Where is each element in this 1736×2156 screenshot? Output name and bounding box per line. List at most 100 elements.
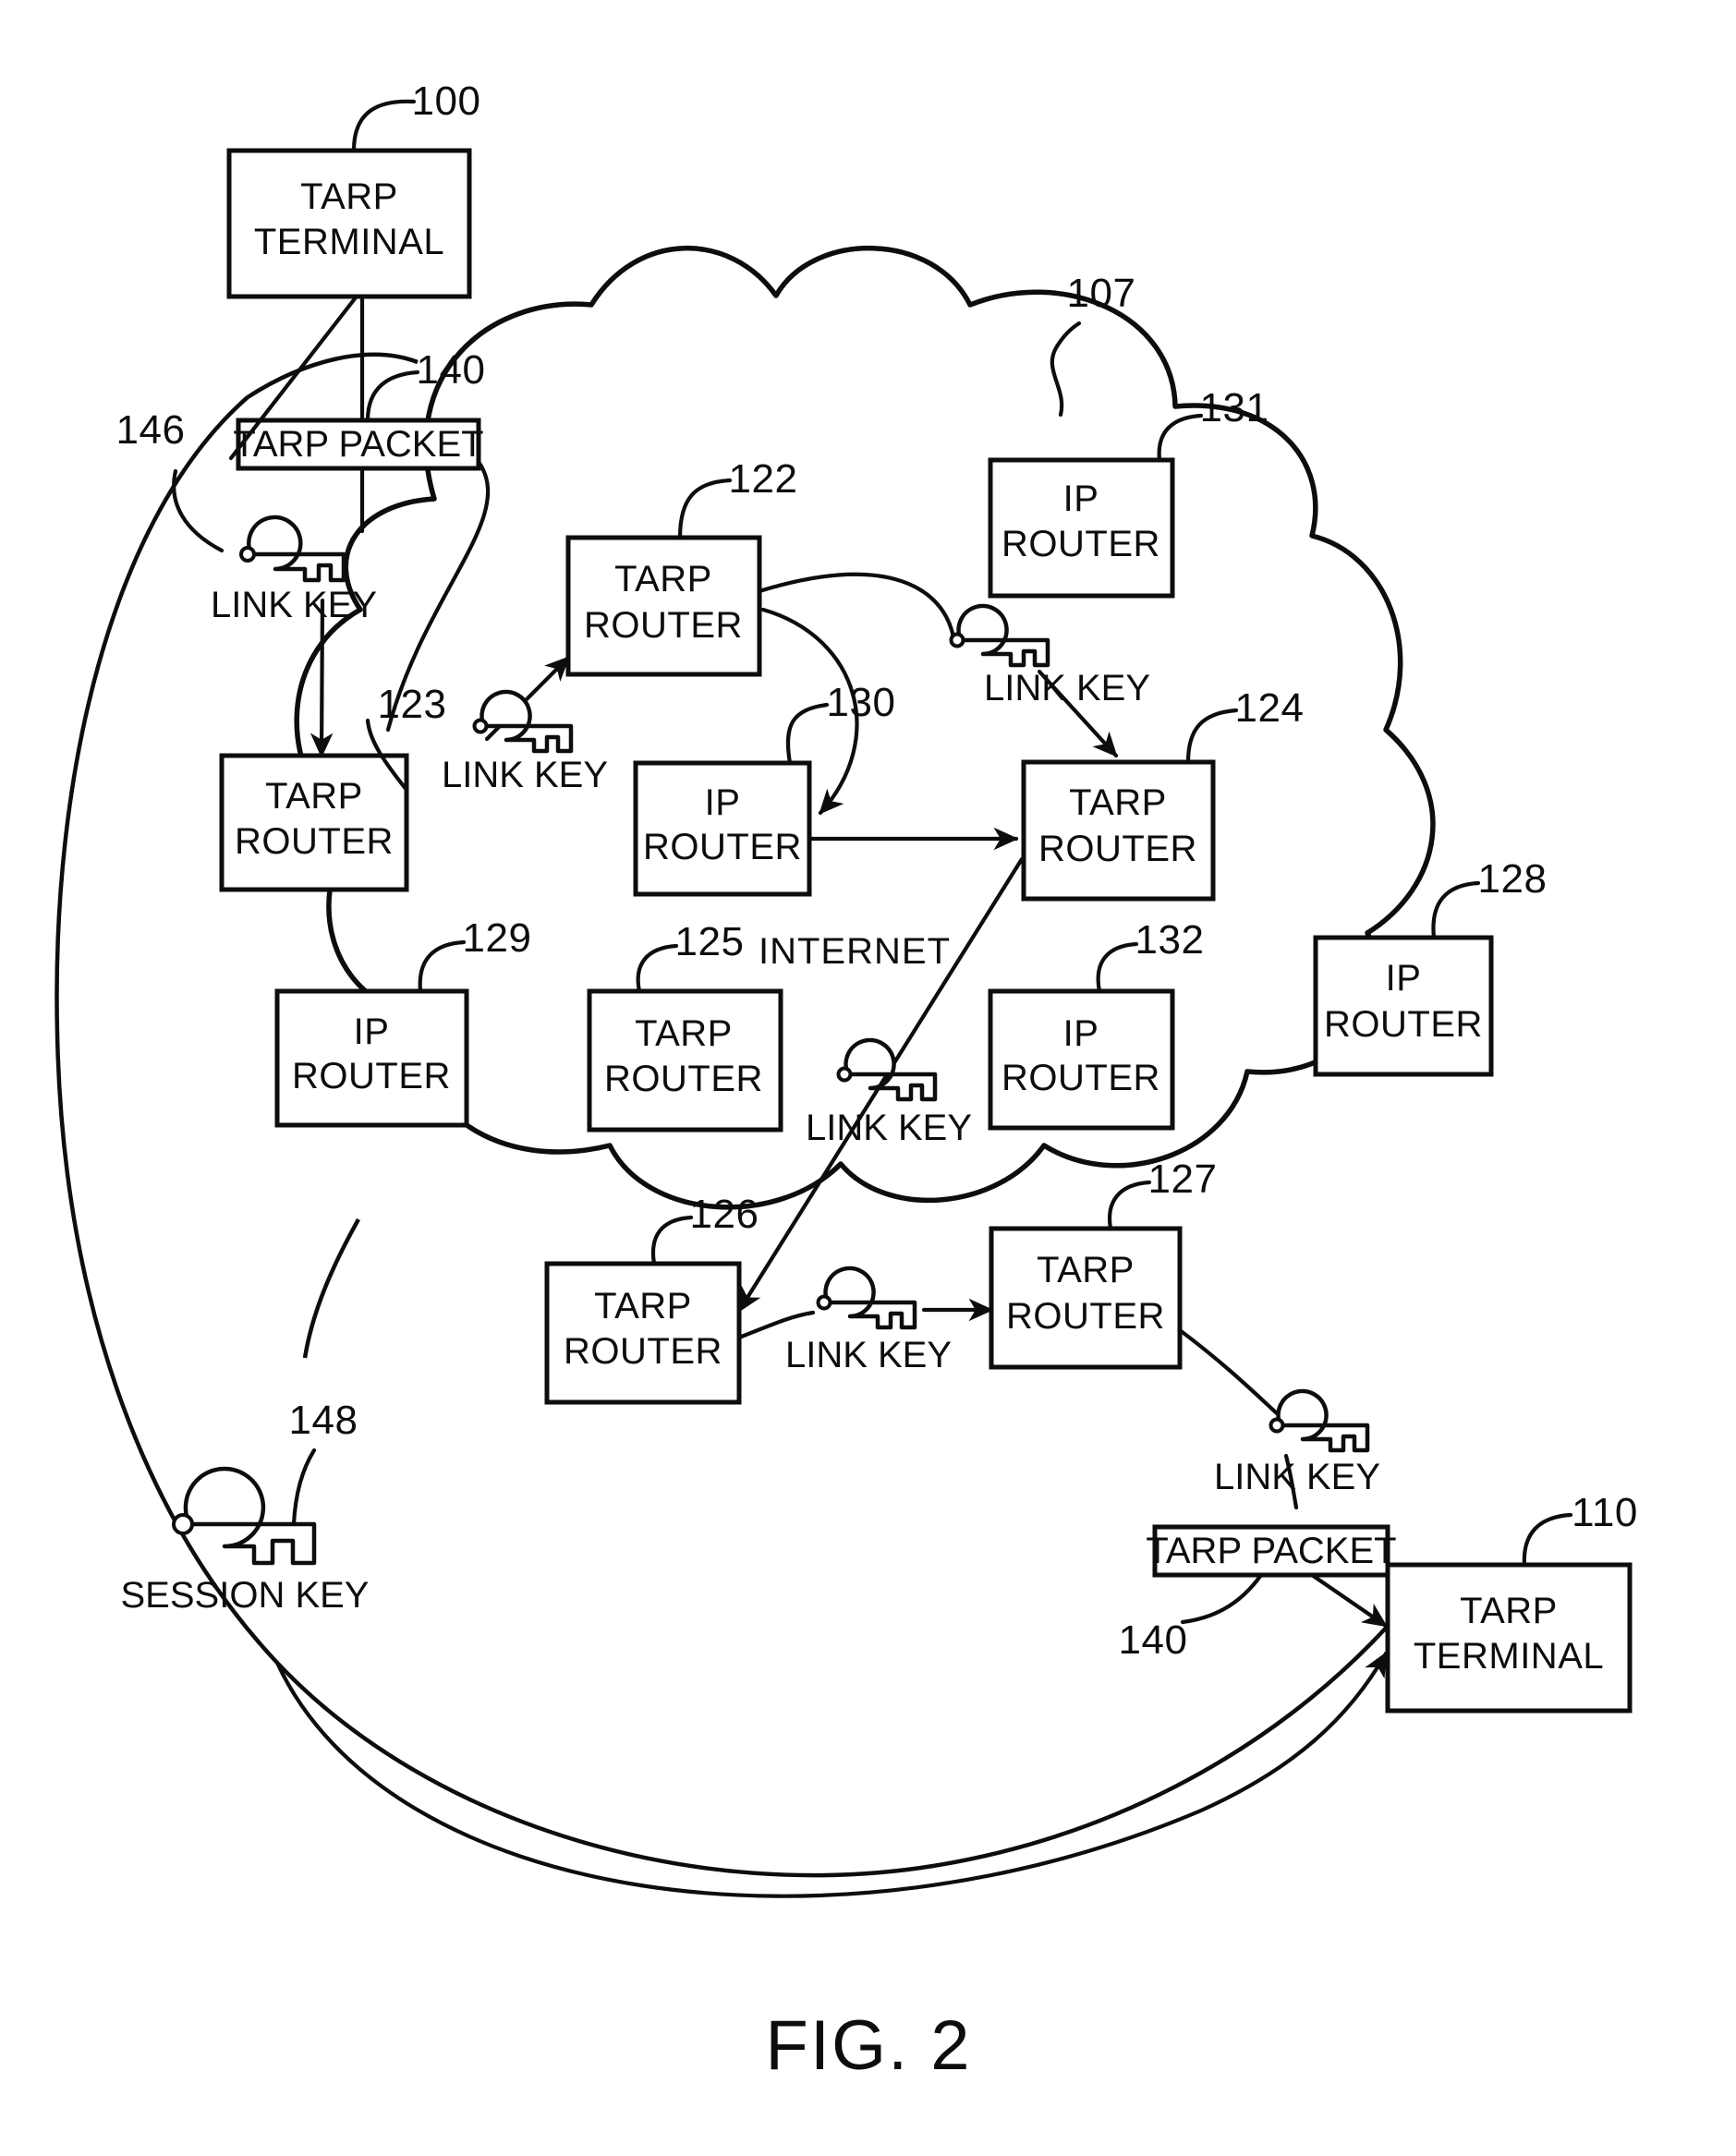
node-tarp-router-123[interactable]: TARP ROUTER (219, 753, 409, 892)
key-label: SESSION KEY (121, 1575, 370, 1616)
node-ip-router-132[interactable]: IP ROUTER (988, 988, 1175, 1131)
node-label-line1: IP (354, 1011, 390, 1052)
packet-tarp-packet-bottom[interactable]: TARP PACKET (1146, 1524, 1397, 1578)
node-label-line1: TARP (635, 1013, 733, 1054)
node-label-line2: ROUTER (1038, 829, 1197, 869)
node-ip-router-131[interactable]: IP ROUTER (988, 457, 1175, 599)
edge-sessionkey-to-terminal110 (274, 1651, 1389, 1898)
ref-number: 126 (690, 1192, 759, 1237)
ref-number: 128 (1478, 856, 1548, 902)
ref-callout-125: 125 (636, 919, 745, 994)
ref-number: 123 (378, 682, 447, 727)
ref-number: 110 (1572, 1490, 1638, 1535)
node-label-line2: TERMINAL (254, 222, 444, 262)
key-label: LINK KEY (984, 668, 1150, 709)
key-label: LINK KEY (211, 585, 377, 625)
node-label-line2: ROUTER (235, 821, 394, 862)
node-label-line2: ROUTER (1006, 1296, 1165, 1337)
ref-callout-110: 110 (1522, 1490, 1638, 1568)
key-link-key-123: LINK KEY (442, 689, 608, 795)
ref-number: 148 (289, 1398, 358, 1443)
node-label-line1: TARP (1460, 1591, 1558, 1631)
key-label: LINK KEY (785, 1335, 952, 1375)
node-label-line1: IP (1386, 958, 1422, 999)
node-tarp-terminal-100[interactable]: TARP TERMINAL (226, 148, 472, 299)
node-label-line2: ROUTER (564, 1331, 722, 1372)
ref-callout-100: 100 (351, 79, 481, 153)
packet-label: TARP PACKET (233, 424, 483, 465)
ref-callout-130: 130 (785, 680, 896, 766)
key-link-key-middle: LINK KEY (806, 1037, 972, 1148)
node-label-line1: TARP (300, 176, 398, 217)
ref-callout-122: 122 (677, 456, 798, 540)
leader-146 (172, 468, 225, 553)
node-tarp-router-124[interactable]: TARP ROUTER (1021, 759, 1216, 902)
ref-number: 131 (1200, 385, 1269, 430)
node-label-line2: TERMINAL (1414, 1636, 1604, 1677)
cloud-oval-join (302, 1217, 360, 1359)
key-icon (816, 1266, 917, 1330)
ref-number: 122 (729, 456, 798, 502)
ref-number: 127 (1148, 1157, 1218, 1202)
ref-callout-146: 146 (116, 407, 225, 553)
ref-callout-128: 128 (1431, 856, 1548, 940)
node-ip-router-130[interactable]: IP ROUTER (633, 760, 812, 897)
ref-number: 140 (1119, 1617, 1188, 1663)
key-icon (1269, 1388, 1370, 1453)
packet-label: TARP PACKET (1146, 1531, 1396, 1571)
edge-router127-to-linkkey (736, 1310, 816, 1340)
ref-callout-127: 126 (650, 1192, 759, 1266)
ref-number: 130 (827, 680, 896, 725)
key-icon (949, 603, 1050, 668)
node-label-line1: IP (1063, 1013, 1099, 1054)
ref-number: 140 (417, 347, 486, 393)
ref-number: 125 (675, 919, 745, 964)
key-icon (836, 1037, 938, 1102)
ref-callout-140-bottom: 140 (1119, 1572, 1264, 1663)
ref-number: 107 (1067, 271, 1136, 316)
figure-caption: FIG. 2 (765, 2006, 971, 2085)
key-label: LINK KEY (1214, 1457, 1380, 1497)
node-label-line1: TARP (1037, 1250, 1135, 1290)
edge-packet-to-terminal110 (1309, 1572, 1389, 1629)
node-tarp-terminal-110[interactable]: TARP TERMINAL (1385, 1562, 1633, 1714)
packet-tarp-packet-top[interactable]: TARP PACKET (233, 418, 484, 471)
node-tarp-router-126[interactable]: TARP ROUTER (989, 1226, 1183, 1370)
node-label-line1: TARP (1069, 782, 1167, 823)
ref-callout-129: 129 (418, 915, 531, 994)
ref-number: 124 (1235, 685, 1305, 731)
key-link-key-146: LINK KEY (211, 515, 377, 625)
node-label-line2: ROUTER (1002, 524, 1160, 564)
key-label: LINK KEY (442, 755, 608, 795)
ref-number: 132 (1135, 917, 1205, 963)
node-label-line1: IP (705, 782, 741, 823)
patent-figure-2: TARP TERMINAL 100 TARP ROUTER 122 TARP R… (0, 0, 1736, 2156)
figure-canvas: TARP TERMINAL 100 TARP ROUTER 122 TARP R… (55, 79, 1638, 2085)
node-label-line2: ROUTER (604, 1059, 763, 1099)
node-label-line1: TARP (614, 559, 712, 600)
node-label-line1: IP (1063, 478, 1099, 519)
ref-callout-140-top: 140 (365, 347, 486, 423)
key-label: LINK KEY (806, 1108, 972, 1148)
ref-number: 146 (116, 407, 186, 453)
ref-callout-132: 132 (1096, 917, 1205, 994)
key-icon (472, 689, 574, 754)
node-label-line2: ROUTER (292, 1056, 451, 1096)
node-label-line1: TARP (265, 776, 363, 817)
node-label-line2: ROUTER (1324, 1004, 1483, 1045)
key-link-key-127: LINK KEY (785, 1266, 952, 1375)
edge-router126-to-linkkey110 (1177, 1327, 1280, 1416)
key-link-key-131: LINK KEY (949, 603, 1150, 709)
node-ip-router-128[interactable]: IP ROUTER (1313, 935, 1494, 1077)
node-tarp-router-122[interactable]: TARP ROUTER (565, 535, 762, 677)
node-ip-router-129[interactable]: IP ROUTER (274, 988, 469, 1128)
ref-callout-124: 124 (1185, 685, 1305, 765)
leader-148 (291, 1447, 317, 1527)
edge-router122-to-linkkey131 (757, 572, 956, 640)
node-label-line2: ROUTER (643, 827, 802, 867)
ref-number: 100 (412, 79, 481, 124)
node-tarp-router-125[interactable]: TARP ROUTER (587, 988, 783, 1133)
node-label-line1: TARP (594, 1286, 692, 1326)
node-tarp-router-127[interactable]: TARP ROUTER (544, 1261, 742, 1405)
key-link-key-110: LINK KEY (1214, 1388, 1380, 1497)
